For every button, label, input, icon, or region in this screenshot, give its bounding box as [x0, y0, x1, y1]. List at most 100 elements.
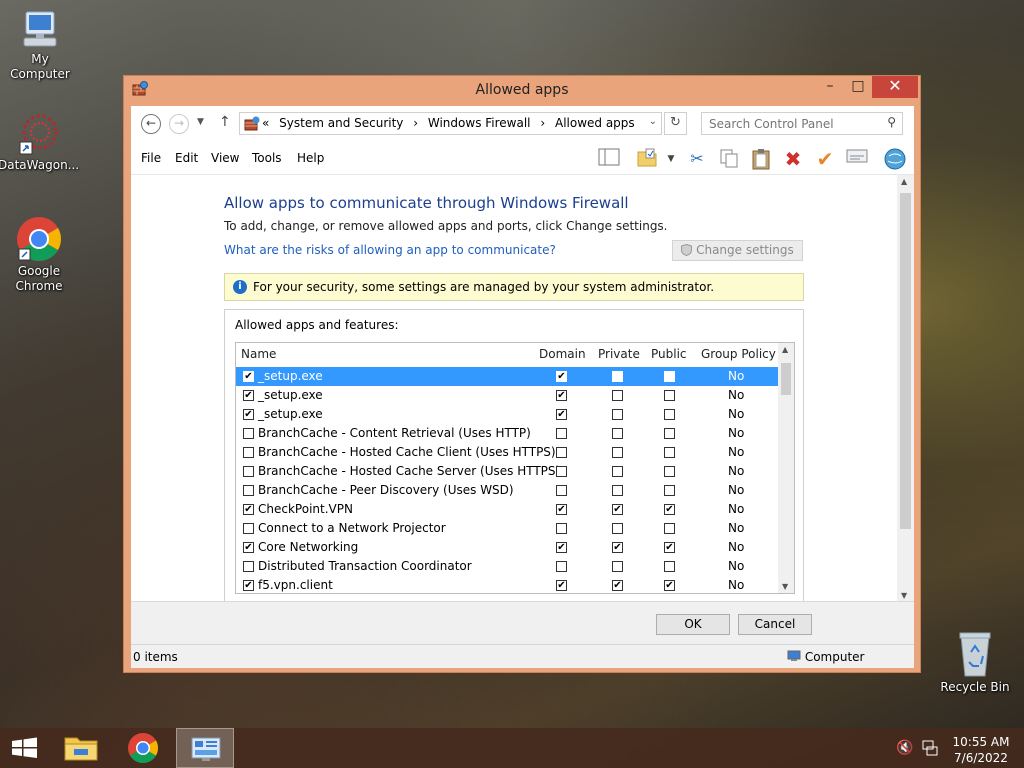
delete-icon[interactable]: ✖	[781, 148, 805, 172]
private-checkbox[interactable]	[612, 561, 623, 572]
table-row[interactable]: ✔ f5.vpn.client ✔ ✔ ✔ No	[236, 576, 778, 593]
table-row[interactable]: Distributed Transaction Coordinator No	[236, 557, 778, 576]
address-dropdown-chevron-icon[interactable]: ⌄	[649, 116, 657, 127]
enable-checkbox[interactable]	[243, 447, 254, 458]
search-input[interactable]	[709, 114, 879, 134]
volume-muted-icon[interactable]: 🔇	[896, 740, 913, 756]
table-row[interactable]: Connect to a Network Projector No	[236, 519, 778, 538]
private-checkbox[interactable]: ✔	[612, 504, 623, 515]
private-checkbox[interactable]	[612, 447, 623, 458]
breadcrumb-windows-firewall[interactable]: Windows Firewall	[428, 116, 531, 130]
layout-icon[interactable]	[597, 148, 621, 172]
desktop-icon-google-chrome[interactable]: Google Chrome	[0, 216, 79, 294]
taskbar-control-panel-active[interactable]	[176, 728, 234, 768]
private-checkbox[interactable]	[612, 409, 623, 420]
breadcrumb-separator[interactable]: ›	[413, 116, 418, 130]
public-checkbox[interactable]	[664, 428, 675, 439]
table-row[interactable]: ✔ _setup.exe ✔ No	[236, 405, 778, 424]
table-row[interactable]: ✔ Core Networking ✔ ✔ ✔ No	[236, 538, 778, 557]
public-checkbox[interactable]	[664, 390, 675, 401]
enable-checkbox[interactable]: ✔	[243, 409, 254, 420]
menu-tools[interactable]: Tools	[252, 151, 282, 165]
public-checkbox[interactable]	[664, 371, 675, 382]
table-row[interactable]: BranchCache - Hosted Cache Client (Uses …	[236, 443, 778, 462]
column-header-group-policy[interactable]: Group Policy	[701, 343, 776, 365]
enable-checkbox[interactable]	[243, 466, 254, 477]
desktop-icon-my-computer[interactable]: My Computer	[0, 10, 80, 82]
private-checkbox[interactable]	[612, 466, 623, 477]
public-checkbox[interactable]	[664, 561, 675, 572]
domain-checkbox[interactable]	[556, 523, 567, 534]
copy-icon[interactable]	[717, 148, 741, 172]
public-checkbox[interactable]: ✔	[664, 580, 675, 591]
public-checkbox[interactable]	[664, 466, 675, 477]
search-icon[interactable]: ⚲	[887, 115, 896, 129]
table-row[interactable]: BranchCache - Hosted Cache Server (Uses …	[236, 462, 778, 481]
private-checkbox[interactable]	[612, 523, 623, 534]
recent-pages-chevron-icon[interactable]: ▼	[197, 117, 204, 127]
domain-checkbox[interactable]: ✔	[556, 371, 567, 382]
enable-checkbox[interactable]: ✔	[243, 504, 254, 515]
table-row[interactable]: BranchCache - Content Retrieval (Uses HT…	[236, 424, 778, 443]
domain-checkbox[interactable]: ✔	[556, 390, 567, 401]
desktop-icon-datawagon[interactable]: DataWagon...	[0, 112, 79, 173]
page-scroll-thumb[interactable]	[900, 193, 911, 529]
forward-button[interactable]: →	[169, 114, 189, 134]
address-bar[interactable]: « System and Security › Windows Firewall…	[239, 112, 662, 135]
close-button[interactable]: ✕	[872, 76, 918, 98]
enable-checkbox[interactable]	[243, 561, 254, 572]
breadcrumb-separator[interactable]: ›	[540, 116, 545, 130]
enable-checkbox[interactable]: ✔	[243, 390, 254, 401]
minimize-button[interactable]: –	[818, 76, 842, 98]
domain-checkbox[interactable]: ✔	[556, 580, 567, 591]
table-row[interactable]: ✔ _setup.exe ✔ No	[236, 367, 778, 386]
table-row[interactable]: ✔ _setup.exe ✔ No	[236, 386, 778, 405]
menu-help[interactable]: Help	[297, 151, 324, 165]
table-row[interactable]: ✔ CheckPoint.VPN ✔ ✔ ✔ No	[236, 500, 778, 519]
up-arrow-icon[interactable]: ↑	[219, 114, 231, 130]
taskbar-chrome[interactable]	[114, 728, 172, 768]
scroll-up-icon[interactable]: ▲	[901, 177, 907, 186]
breadcrumb-overflow[interactable]: «	[262, 116, 269, 130]
enable-checkbox[interactable]: ✔	[243, 371, 254, 382]
private-checkbox[interactable]: ✔	[612, 542, 623, 553]
change-settings-button[interactable]: Change settings	[672, 240, 803, 261]
checkmark-icon[interactable]: ✔	[813, 148, 837, 172]
domain-checkbox[interactable]: ✔	[556, 504, 567, 515]
menu-view[interactable]: View	[211, 151, 239, 165]
private-checkbox[interactable]: ✔	[612, 580, 623, 591]
column-header-name[interactable]: Name	[241, 343, 276, 365]
private-checkbox[interactable]	[612, 371, 623, 382]
maximize-button[interactable]: □	[846, 76, 870, 98]
risks-link[interactable]: What are the risks of allowing an app to…	[224, 243, 556, 257]
breadcrumb-system-and-security[interactable]: System and Security	[279, 116, 403, 130]
domain-checkbox[interactable]: ✔	[556, 542, 567, 553]
scroll-up-icon[interactable]: ▲	[782, 345, 788, 354]
breadcrumb-allowed-apps[interactable]: Allowed apps	[555, 116, 635, 130]
public-checkbox[interactable]	[664, 523, 675, 534]
domain-checkbox[interactable]	[556, 561, 567, 572]
public-checkbox[interactable]: ✔	[664, 504, 675, 515]
public-checkbox[interactable]: ✔	[664, 542, 675, 553]
domain-checkbox[interactable]	[556, 428, 567, 439]
network-icon[interactable]	[921, 739, 939, 760]
domain-checkbox[interactable]	[556, 466, 567, 477]
search-box[interactable]: ⚲	[701, 112, 903, 135]
enable-checkbox[interactable]: ✔	[243, 580, 254, 591]
private-checkbox[interactable]	[612, 428, 623, 439]
globe-icon[interactable]	[883, 148, 907, 172]
properties-icon[interactable]	[845, 148, 869, 172]
public-checkbox[interactable]	[664, 447, 675, 458]
cut-icon[interactable]: ✂	[685, 148, 709, 172]
menu-edit[interactable]: Edit	[175, 151, 198, 165]
column-header-domain[interactable]: Domain	[539, 343, 586, 365]
page-scrollbar[interactable]: ▲ ▼	[897, 175, 914, 602]
public-checkbox[interactable]	[664, 485, 675, 496]
enable-checkbox[interactable]	[243, 485, 254, 496]
public-checkbox[interactable]	[664, 409, 675, 420]
title-bar[interactable]: Allowed apps – □ ✕	[124, 76, 920, 104]
domain-checkbox[interactable]	[556, 447, 567, 458]
list-scrollbar[interactable]: ▲ ▼	[778, 343, 794, 593]
refresh-button[interactable]: ↻	[664, 112, 687, 135]
desktop-icon-recycle-bin[interactable]: Recycle Bin	[935, 630, 1015, 695]
